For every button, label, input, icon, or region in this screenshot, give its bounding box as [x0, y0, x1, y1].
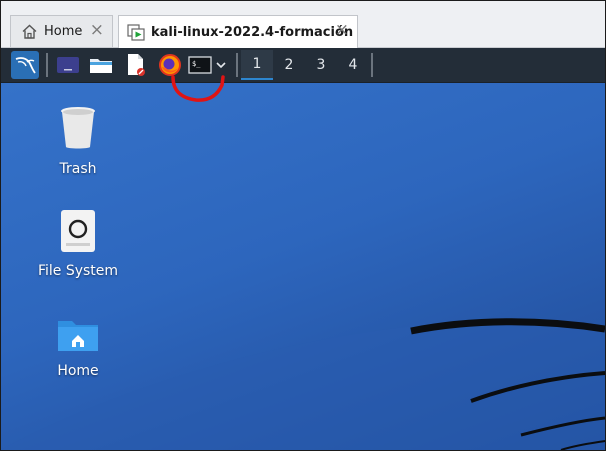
tab-home[interactable]: Home ×: [10, 15, 113, 47]
tab-vm[interactable]: kali-linux-2022.4-formación ×: [118, 15, 358, 48]
desktop-icon-label: Trash: [59, 161, 97, 177]
desktop-icon-trash[interactable]: Trash: [32, 105, 124, 177]
panel-separator: [371, 53, 373, 77]
panel-separator: [236, 53, 238, 77]
show-desktop-icon[interactable]: [54, 51, 82, 79]
tab-home-label: Home: [44, 24, 83, 39]
home-icon: [21, 23, 38, 40]
workspace-2[interactable]: 2: [273, 50, 305, 80]
workspace-4[interactable]: 4: [337, 50, 369, 80]
drive-icon: [32, 209, 124, 257]
workspace-1[interactable]: 1: [241, 50, 273, 80]
vm-icon: [127, 23, 145, 41]
svg-text:$_: $_: [192, 60, 201, 68]
desktop-icon-file-system[interactable]: File System: [32, 209, 124, 279]
desktop-icon-label: File System: [37, 263, 119, 279]
desktop[interactable]: Trash File System Home: [1, 83, 605, 450]
trash-icon: [32, 105, 124, 155]
panel-separator: [46, 53, 48, 77]
home-folder-icon: [32, 317, 124, 357]
desktop-icon-label: Home: [57, 363, 99, 379]
close-icon[interactable]: ×: [90, 22, 104, 39]
file-manager-icon[interactable]: [87, 51, 115, 79]
kali-top-panel: $_ 1 2 3 4: [1, 48, 605, 83]
close-icon[interactable]: ×: [335, 22, 349, 39]
firefox-icon[interactable]: [156, 51, 184, 79]
workspace-3[interactable]: 3: [305, 50, 337, 80]
tab-vm-label: kali-linux-2022.4-formación: [151, 24, 354, 40]
window-frame: Home × kali-linux-2022.4-formación × $_ …: [0, 0, 606, 451]
chevron-down-icon[interactable]: [210, 51, 232, 79]
kali-menu-icon[interactable]: [11, 51, 39, 79]
text-editor-icon[interactable]: [122, 51, 150, 79]
vm-tab-strip: Home × kali-linux-2022.4-formación ×: [1, 1, 605, 48]
desktop-icon-home[interactable]: Home: [32, 317, 124, 379]
